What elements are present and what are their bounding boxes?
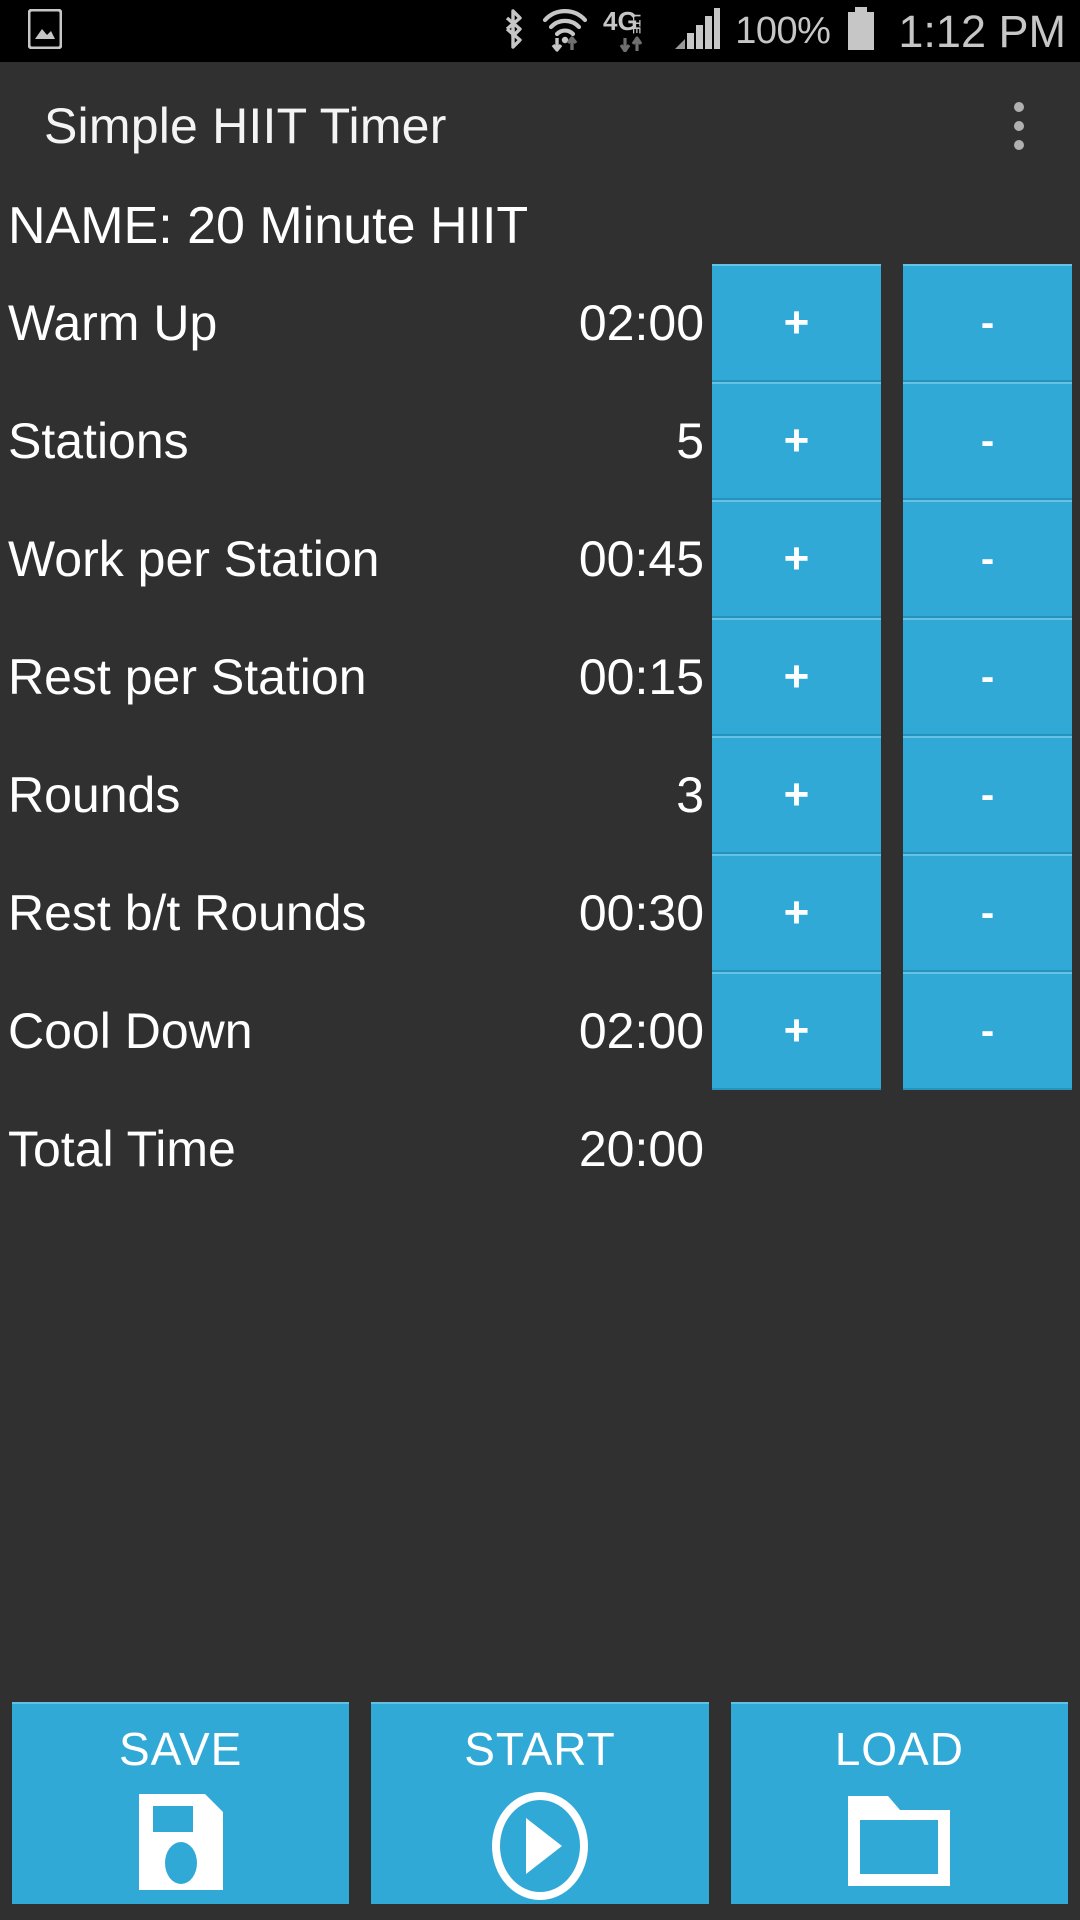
decrement-button[interactable]: - [903, 500, 1072, 618]
row-label: Cool Down [8, 1003, 253, 1059]
row-label: Work per Station [8, 531, 380, 587]
battery-percent-label: 100% [735, 10, 831, 52]
row-rest-per-station: Rest per Station 00:15 + - [0, 618, 1080, 736]
start-button[interactable]: START [371, 1702, 709, 1905]
wifi-icon [541, 6, 589, 57]
play-circle-icon [488, 1790, 592, 1905]
row-value: 20:00 [578, 1121, 704, 1177]
floppy-disk-icon [131, 1790, 231, 1897]
page-title: Simple HIIT Timer [44, 98, 447, 154]
row-value: 5 [676, 413, 704, 469]
svg-text:LTE: LTE [630, 14, 642, 34]
row-label: Rounds [8, 767, 181, 823]
settings-list: Warm Up 02:00 + - Stations 5 + - Work pe… [0, 260, 1080, 1702]
row-stations: Stations 5 + - [0, 382, 1080, 500]
row-stepper: + - [712, 618, 1080, 736]
row-value: 00:15 [578, 649, 704, 705]
workout-name-label: NAME: 20 Minute HIIT [8, 197, 529, 255]
row-stepper: + - [712, 854, 1080, 972]
row-total-time: Total Time 20:00 [0, 1090, 1080, 1208]
load-button-label: LOAD [834, 1723, 964, 1775]
photo-icon [27, 8, 63, 54]
overflow-dot-icon [1014, 102, 1024, 112]
status-bar: 4G LTE 100% 1:12 PM [0, 0, 1080, 62]
row-value: 02:00 [578, 295, 704, 351]
increment-button[interactable]: + [712, 736, 881, 854]
row-label: Rest b/t Rounds [8, 885, 367, 941]
decrement-button[interactable]: - [903, 854, 1072, 972]
decrement-button[interactable]: - [903, 618, 1072, 736]
status-bar-left-icons [27, 8, 63, 54]
row-label: Total Time [8, 1121, 236, 1177]
increment-button[interactable]: + [712, 618, 881, 736]
row-work-per-station: Work per Station 00:45 + - [0, 500, 1080, 618]
bottom-action-bar: SAVE START LOAD [0, 1702, 1080, 1920]
clock-label: 1:12 PM [898, 5, 1066, 57]
bluetooth-icon [499, 7, 527, 56]
row-label: Rest per Station [8, 649, 367, 705]
increment-button[interactable]: + [712, 854, 881, 972]
action-bar: Simple HIIT Timer [0, 62, 1080, 190]
row-stepper: + - [712, 736, 1080, 854]
load-button[interactable]: LOAD [730, 1702, 1068, 1904]
row-stepper: + - [712, 264, 1080, 382]
row-stepper: + - [712, 382, 1080, 500]
row-label: Warm Up [8, 295, 218, 351]
row-rest-bt-rounds: Rest b/t Rounds 00:30 + - [0, 854, 1080, 972]
battery-icon [844, 6, 878, 57]
row-rounds: Rounds 3 + - [0, 736, 1080, 854]
row-label: Stations [8, 413, 189, 469]
increment-button[interactable]: + [712, 382, 881, 500]
increment-button[interactable]: + [712, 972, 881, 1090]
row-value: 00:45 [578, 531, 704, 587]
row-value: 3 [676, 767, 704, 823]
row-value: 00:30 [578, 885, 704, 941]
folder-icon [844, 1790, 954, 1893]
row-stepper: + - [712, 500, 1080, 618]
row-warm-up: Warm Up 02:00 + - [0, 264, 1080, 382]
overflow-dot-icon [1014, 140, 1024, 150]
decrement-button[interactable]: - [903, 264, 1072, 382]
overflow-menu-button[interactable] [984, 80, 1054, 172]
app-screen: 4G LTE 100% 1:12 PM Simple HIIT Timer NA… [0, 0, 1080, 1920]
decrement-button[interactable]: - [903, 736, 1072, 854]
save-button-label: SAVE [119, 1723, 243, 1775]
row-value: 02:00 [578, 1003, 704, 1059]
status-bar-right-icons: 4G LTE 100% 1:12 PM [499, 6, 1066, 57]
start-button-label: START [464, 1723, 616, 1775]
overflow-dot-icon [1014, 121, 1024, 131]
signal-bars-icon [673, 7, 721, 56]
row-stepper: + - [712, 972, 1080, 1090]
decrement-button[interactable]: - [903, 972, 1072, 1090]
decrement-button[interactable]: - [903, 382, 1072, 500]
4glte-icon: 4G LTE [603, 6, 659, 57]
row-cool-down: Cool Down 02:00 + - [0, 972, 1080, 1090]
increment-button[interactable]: + [712, 264, 881, 382]
save-button[interactable]: SAVE [12, 1702, 350, 1904]
increment-button[interactable]: + [712, 500, 881, 618]
